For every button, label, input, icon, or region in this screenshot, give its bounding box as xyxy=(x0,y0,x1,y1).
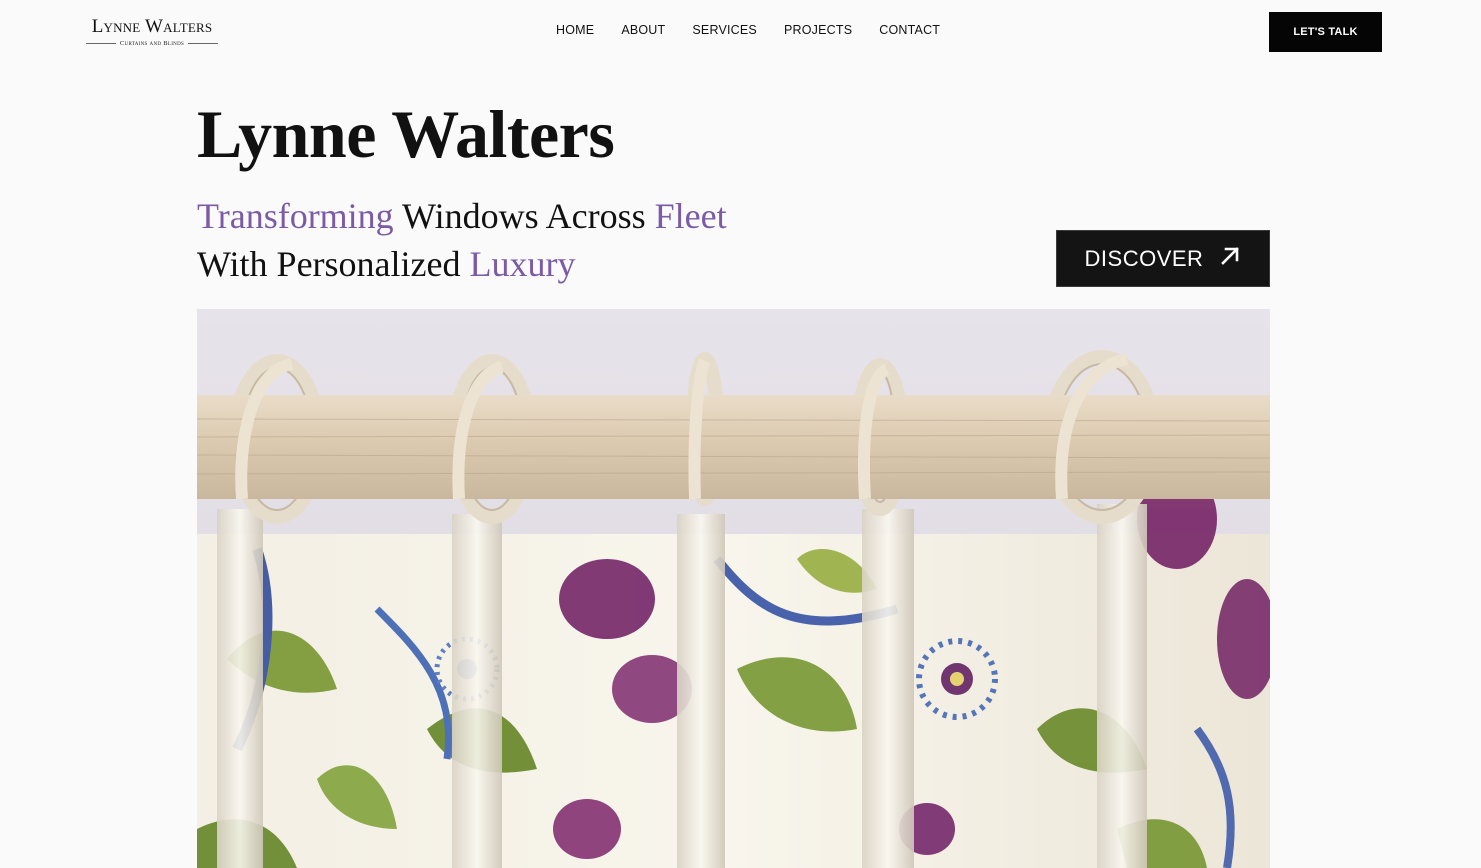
nav-home[interactable]: HOME xyxy=(556,23,594,37)
tagline-text-personalized: With Personalized xyxy=(197,244,470,284)
tagline-accent-transforming: Transforming xyxy=(197,196,394,236)
tagline-accent-luxury: Luxury xyxy=(469,244,576,284)
logo[interactable]: Lynne Walters Curtains and Blinds xyxy=(86,14,218,47)
logo-tagline-row: Curtains and Blinds xyxy=(86,40,218,47)
hero-title: Lynne Walters xyxy=(197,96,615,172)
tagline-line-2: With Personalized Luxury xyxy=(197,240,727,288)
logo-rule-left xyxy=(86,43,116,44)
nav-projects[interactable]: PROJECTS xyxy=(784,23,852,37)
nav-about[interactable]: ABOUT xyxy=(621,23,665,37)
tagline-text-windows: Windows Across xyxy=(393,196,655,236)
discover-label: DISCOVER xyxy=(1084,245,1204,271)
arrow-up-right-icon xyxy=(1219,245,1241,272)
hero-image-curtains xyxy=(197,309,1270,868)
hero-tagline: Transforming Windows Across Fleet With P… xyxy=(197,192,727,288)
nav-contact[interactable]: CONTACT xyxy=(879,23,940,37)
tagline-accent-fleet: Fleet xyxy=(654,196,727,236)
tagline-line-1: Transforming Windows Across Fleet xyxy=(197,192,727,240)
main-nav: HOME ABOUT SERVICES PROJECTS CONTACT xyxy=(556,23,940,37)
nav-services[interactable]: SERVICES xyxy=(692,23,757,37)
logo-tagline: Curtains and Blinds xyxy=(119,40,185,47)
logo-name: Lynne Walters xyxy=(91,16,213,37)
lets-talk-button[interactable]: LET'S TALK xyxy=(1269,12,1382,52)
discover-button[interactable]: DISCOVER xyxy=(1056,230,1270,287)
logo-rule-right xyxy=(188,43,218,44)
